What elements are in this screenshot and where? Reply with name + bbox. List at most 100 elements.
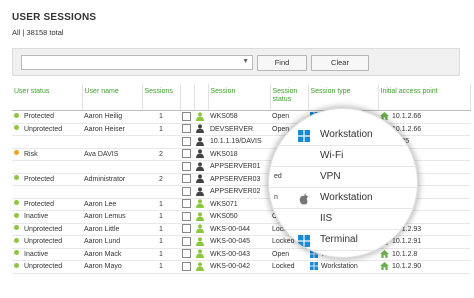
user-status-cell: Inactive	[12, 248, 82, 261]
user-status: Unprotected	[24, 263, 63, 271]
user-green-icon	[196, 224, 204, 234]
user-status-cell: Protected	[12, 110, 82, 124]
access-point: 10.1.2.90	[392, 263, 422, 271]
windows-icon	[298, 234, 310, 247]
magnified-type-label: Workstation	[320, 129, 373, 140]
magnified-session-type: Workstation	[268, 124, 418, 146]
user-dark-icon	[196, 162, 204, 171]
user-name	[82, 135, 142, 149]
user-icon-cell	[194, 185, 208, 199]
session-type-magnifier: Workstation Wi-Fi ed VPN n Workstation I…	[268, 108, 418, 258]
magnified-session-type: Wi-Fi	[268, 145, 418, 167]
session-name: WKS071	[208, 198, 270, 211]
session-type-cell: Workstation	[308, 260, 378, 274]
magnified-type-label: Workstation	[320, 192, 373, 203]
status-dot	[14, 262, 19, 268]
session-name: WKS-00-044	[208, 223, 270, 236]
user-status: Inactive	[24, 213, 49, 221]
apple-icon	[298, 192, 310, 205]
checkbox-cell	[180, 110, 194, 124]
magnified-type-label: Wi-Fi	[320, 150, 344, 161]
col-user-name[interactable]: User name	[82, 84, 143, 111]
col-session-status[interactable]: Session status	[270, 84, 309, 111]
session-status: Locked	[270, 260, 308, 274]
user-icon-cell	[194, 248, 208, 261]
col-access-point[interactable]: Initial access point	[378, 84, 471, 111]
clear-button[interactable]: Clear	[311, 55, 369, 71]
session-name: WKS-00-043	[208, 248, 270, 261]
session-name: 10.1.1.19/DAVIS	[208, 135, 270, 149]
table-row[interactable]: Protected Aaron Heilig 1 WKS058 Open Wor…	[12, 110, 470, 124]
access-point: 10.1.2.8	[392, 250, 418, 258]
col-user-status[interactable]: User status	[12, 84, 83, 111]
checkbox-cell	[180, 235, 194, 249]
user-icon-cell	[194, 123, 208, 136]
session-count: 1	[142, 235, 180, 249]
checkbox-cell	[180, 223, 194, 236]
user-dark-icon	[196, 149, 204, 159]
status-dot	[14, 125, 19, 131]
user-dark-icon	[196, 124, 204, 134]
user-icon-cell	[194, 135, 208, 149]
row-checkbox[interactable]	[182, 124, 191, 134]
user-status-cell: Unprotected	[12, 223, 82, 236]
session-count	[142, 185, 180, 199]
user-status: Unprotected	[24, 238, 63, 246]
row-checkbox[interactable]	[182, 174, 191, 184]
user-status-cell: Inactive	[12, 210, 82, 224]
row-checkbox[interactable]	[182, 161, 191, 171]
row-checkbox[interactable]	[182, 211, 191, 221]
user-green-icon	[196, 199, 204, 209]
user-status-cell: Protected	[12, 198, 82, 211]
row-checkbox[interactable]	[182, 111, 191, 121]
row-checkbox[interactable]	[182, 136, 191, 146]
row-checkbox[interactable]	[182, 186, 191, 196]
session-count: 2	[142, 173, 180, 186]
user-name: Aaron Mack	[82, 248, 142, 261]
row-checkbox[interactable]	[182, 236, 191, 246]
session-count: 1	[142, 210, 180, 224]
session-name: APPSERVER03	[208, 173, 270, 186]
windows-icon	[298, 129, 310, 142]
checkbox-cell	[180, 210, 194, 224]
session-name: WKS-00-042	[208, 260, 270, 274]
user-green-icon	[196, 237, 204, 246]
windows-icon	[310, 262, 318, 271]
user-name: Aaron Mayo	[82, 260, 142, 274]
table-row[interactable]: Unprotected Aaron Mayo 1 WKS-00-042 Lock…	[12, 260, 470, 274]
user-icon-cell	[194, 210, 208, 224]
row-checkbox[interactable]	[182, 149, 191, 159]
user-dark-icon	[196, 187, 204, 196]
col-sessions[interactable]: Sessions	[142, 84, 181, 111]
row-checkbox[interactable]	[182, 199, 191, 209]
user-status: Unprotected	[24, 125, 63, 133]
user-icon-cell	[194, 160, 208, 174]
session-count: 1	[142, 248, 180, 261]
session-name: WKS050	[208, 210, 270, 224]
session-count	[142, 160, 180, 174]
magnified-status-fragment: n	[274, 194, 278, 201]
user-status-cell	[12, 135, 82, 149]
home-icon	[380, 249, 389, 258]
page-title: USER SESSIONS	[12, 12, 97, 23]
user-name	[82, 160, 142, 174]
dropdown-arrow-icon[interactable]: ▼	[242, 58, 249, 65]
find-button[interactable]: Find	[257, 55, 307, 71]
search-input[interactable]: ▼	[21, 55, 253, 70]
row-checkbox[interactable]	[182, 249, 191, 259]
col-session-type[interactable]: Session type	[308, 84, 379, 111]
home-icon	[380, 262, 389, 271]
col-session[interactable]: Session	[208, 84, 271, 111]
user-name: Ava DAVIS	[82, 148, 142, 161]
session-name: APPSERVER01	[208, 160, 270, 174]
user-icon-cell	[194, 260, 208, 274]
row-checkbox[interactable]	[182, 261, 191, 271]
session-count: 2	[142, 148, 180, 161]
user-name: Aaron Lemus	[82, 210, 142, 224]
user-dark-icon	[196, 174, 204, 184]
status-dot	[14, 250, 19, 256]
user-icon-cell	[194, 110, 208, 124]
session-count: 1	[142, 110, 180, 124]
row-checkbox[interactable]	[182, 224, 191, 234]
status-dot	[14, 112, 19, 118]
